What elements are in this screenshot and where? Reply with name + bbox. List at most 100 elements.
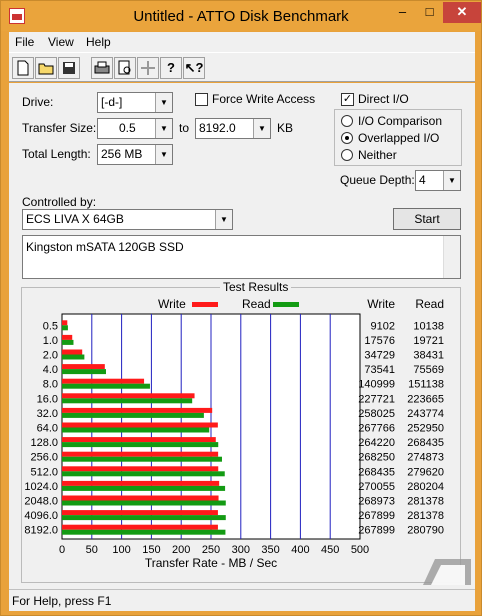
category-label: 128.0 <box>30 437 58 449</box>
move-icon[interactable] <box>137 57 159 79</box>
description-text: Kingston mSATA 120GB SSD <box>26 240 184 254</box>
chevron-down-icon: ▼ <box>155 93 172 112</box>
write-bar <box>62 437 216 443</box>
description-scrollbar[interactable] <box>443 236 460 278</box>
write-bar <box>62 510 218 516</box>
test-results-group: Test Results Write Read Write Read 0.5 9102 10… <box>21 280 461 583</box>
read-bar <box>62 354 85 360</box>
write-value: 268250 <box>358 452 395 464</box>
chevron-down-icon: ▼ <box>253 119 270 138</box>
queue-depth-value: 4 <box>419 173 426 187</box>
kb-label: KB <box>277 121 294 135</box>
read-bar <box>62 325 68 331</box>
app-window: Untitled - ATTO Disk Benchmark – □ ✕ Fil… <box>0 0 482 616</box>
print-preview-icon[interactable] <box>114 57 136 79</box>
controlled-by-select[interactable]: ECS LIVA X 64GB ▼ <box>22 209 233 230</box>
toolbar: ? ↖? <box>9 52 475 82</box>
read-bar <box>62 339 74 345</box>
total-length-value: 256 MB <box>101 147 143 161</box>
queue-depth-label: Queue Depth: <box>340 173 415 187</box>
transfer-from-value: 0.5 <box>119 121 136 135</box>
read-value: 252950 <box>407 423 444 435</box>
read-bar <box>62 471 225 477</box>
menu-view[interactable]: View <box>48 35 74 49</box>
menu-file[interactable]: File <box>15 35 34 49</box>
read-bar <box>62 412 204 418</box>
read-value: 223665 <box>407 393 444 405</box>
read-value: 10138 <box>413 320 444 332</box>
print-icon[interactable] <box>91 57 113 79</box>
status-text: For Help, press F1 <box>12 594 112 608</box>
read-value: 281378 <box>407 496 444 508</box>
x-tick-label: 250 <box>202 544 220 556</box>
transfer-to-select[interactable]: 8192.0 ▼ <box>195 118 271 139</box>
read-bar <box>62 427 210 433</box>
menu-help[interactable]: Help <box>86 35 111 49</box>
write-bar <box>62 334 73 340</box>
results-chart: Write Read Write Read 0.5 9102 10138 1.0 17576 19… <box>24 297 444 570</box>
legend-write-swatch <box>192 302 218 307</box>
write-value: 258025 <box>358 408 395 420</box>
save-icon[interactable] <box>58 57 80 79</box>
category-label: 2048.0 <box>24 496 58 508</box>
x-tick-label: 50 <box>86 544 98 556</box>
legend-read-label: Read <box>242 297 271 311</box>
drive-value: [-d-] <box>101 95 123 109</box>
neither-radio[interactable] <box>341 149 353 161</box>
maximize-button[interactable]: □ <box>416 2 443 23</box>
minimize-button[interactable]: – <box>389 2 416 23</box>
help-icon[interactable]: ? <box>160 57 182 79</box>
write-bar <box>62 320 68 326</box>
write-bar <box>62 407 213 413</box>
io-comparison-radio[interactable] <box>341 115 353 127</box>
context-help-icon[interactable]: ↖? <box>183 57 205 79</box>
x-tick-label: 400 <box>291 544 309 556</box>
direct-io-checkbox[interactable]: ✓ <box>341 93 354 106</box>
category-label: 512.0 <box>30 466 58 478</box>
write-value: 73541 <box>364 364 395 376</box>
close-button[interactable]: ✕ <box>443 2 481 23</box>
main-panel: Drive: [-d-] ▼ Force Write Access ✓ Dire… <box>9 83 475 589</box>
force-write-checkbox[interactable] <box>195 93 208 106</box>
status-bar: For Help, press F1 <box>9 589 475 611</box>
start-button[interactable]: Start <box>393 208 461 230</box>
read-value: 19721 <box>413 335 444 347</box>
controlled-by-label: Controlled by: <box>22 195 97 209</box>
category-label: 64.0 <box>37 423 58 435</box>
x-tick-label: 0 <box>59 544 65 556</box>
overlapped-io-radio[interactable] <box>341 132 353 144</box>
transfer-from-select[interactable]: 0.5 ▼ <box>97 118 173 139</box>
chevron-down-icon: ▼ <box>155 145 172 164</box>
read-bar <box>62 442 219 448</box>
chevron-down-icon: ▼ <box>155 119 172 138</box>
read-bar <box>62 500 226 506</box>
new-file-icon[interactable] <box>12 57 34 79</box>
queue-depth-select[interactable]: 4 ▼ <box>415 170 461 191</box>
total-length-select[interactable]: 256 MB ▼ <box>97 144 173 165</box>
transfer-size-label: Transfer Size: <box>22 121 97 135</box>
category-label: 0.5 <box>43 320 58 332</box>
write-bar <box>62 422 218 428</box>
read-value: 279620 <box>407 466 444 478</box>
write-value: 9102 <box>371 320 395 332</box>
read-bar <box>62 456 222 462</box>
title-bar[interactable]: Untitled - ATTO Disk Benchmark – □ ✕ <box>1 1 481 31</box>
open-folder-icon[interactable] <box>35 57 57 79</box>
total-length-label: Total Length: <box>22 147 91 161</box>
read-value: 280204 <box>407 481 444 493</box>
write-value: 267766 <box>358 423 395 435</box>
x-tick-label: 300 <box>232 544 250 556</box>
read-column-header: Read <box>415 297 444 311</box>
category-label: 4.0 <box>43 364 58 376</box>
to-label: to <box>179 121 190 135</box>
write-bar <box>62 451 219 457</box>
x-tick-label: 450 <box>321 544 339 556</box>
drive-select[interactable]: [-d-] ▼ <box>97 92 173 113</box>
read-bar <box>62 515 226 521</box>
description-textarea[interactable]: Kingston mSATA 120GB SSD <box>22 235 461 279</box>
category-label: 8.0 <box>43 379 58 391</box>
category-label: 32.0 <box>37 408 58 420</box>
write-column-header: Write <box>367 297 395 311</box>
write-value: 264220 <box>358 437 395 449</box>
direct-io-label: Direct I/O <box>358 92 409 106</box>
